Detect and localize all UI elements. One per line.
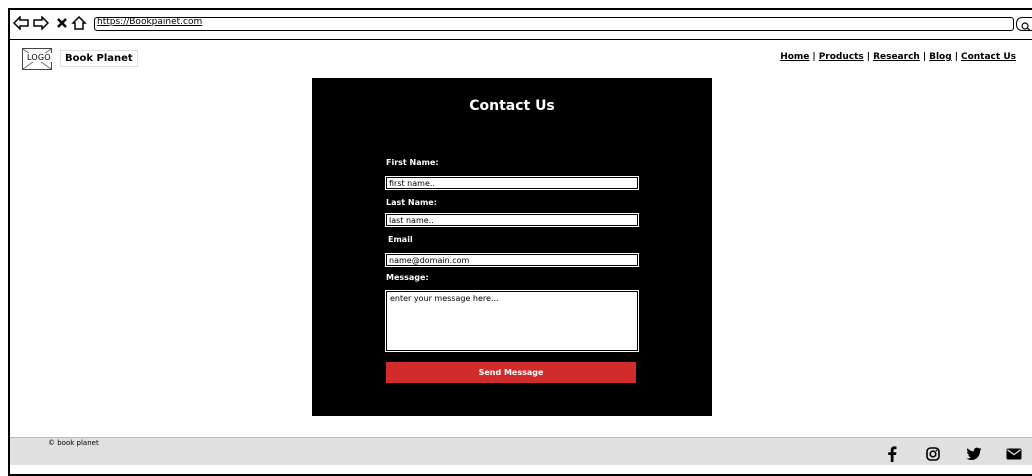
nav-separator: | [954,52,958,62]
home-icon[interactable] [70,14,88,32]
last-name-input[interactable]: last name.. [385,213,639,227]
top-navigation: Home | Products | Research | Blog | Cont… [780,52,1016,62]
email-input[interactable]: name@domain.com [385,253,639,267]
url-text: https://Bookpainet.com [97,17,203,27]
logo-text: LOGO [26,53,52,62]
form-title: Contact Us [469,98,555,114]
footer: © book planet [10,437,1032,465]
brand-name[interactable]: Book Planet [60,50,138,67]
forward-arrow-icon[interactable] [32,14,50,32]
url-bar[interactable]: https://Bookpainet.com [94,17,1014,31]
copyright: © book planet [48,439,99,447]
page-viewport: LOGO Book Planet Home | Products | Resea… [8,40,1032,476]
nav-research[interactable]: Research [873,52,920,62]
nav-separator: | [812,52,816,62]
facebook-icon[interactable] [884,446,900,462]
message-label: Message: [386,273,429,282]
nav-products[interactable]: Products [819,52,864,62]
email-icon[interactable] [1006,446,1022,462]
instagram-icon[interactable] [925,446,941,462]
back-arrow-icon[interactable] [12,14,30,32]
last-name-label: Last Name: [386,198,437,207]
nav-blog[interactable]: Blog [929,52,952,62]
nav-contact-us[interactable]: Contact Us [961,52,1016,62]
first-name-input[interactable]: first name.. [385,176,639,190]
first-name-label: First Name: [386,158,439,167]
browser-toolbar: https://Bookpainet.com [8,8,1032,40]
close-icon[interactable] [53,14,71,32]
contact-form-panel: Contact Us First Name: first name.. Last… [312,78,712,416]
send-message-button[interactable]: Send Message [386,362,636,383]
logo[interactable]: LOGO [22,48,52,70]
copyright-text: book planet [57,439,99,447]
nav-separator: | [866,52,871,62]
nav-home[interactable]: Home [780,52,809,62]
twitter-icon[interactable] [966,446,982,462]
message-textarea[interactable]: enter your message here... [385,290,639,352]
nav-separator: | [922,52,927,62]
email-label: Email [388,235,413,244]
copyright-symbol: © [48,439,55,447]
search-icon[interactable] [1016,17,1032,31]
